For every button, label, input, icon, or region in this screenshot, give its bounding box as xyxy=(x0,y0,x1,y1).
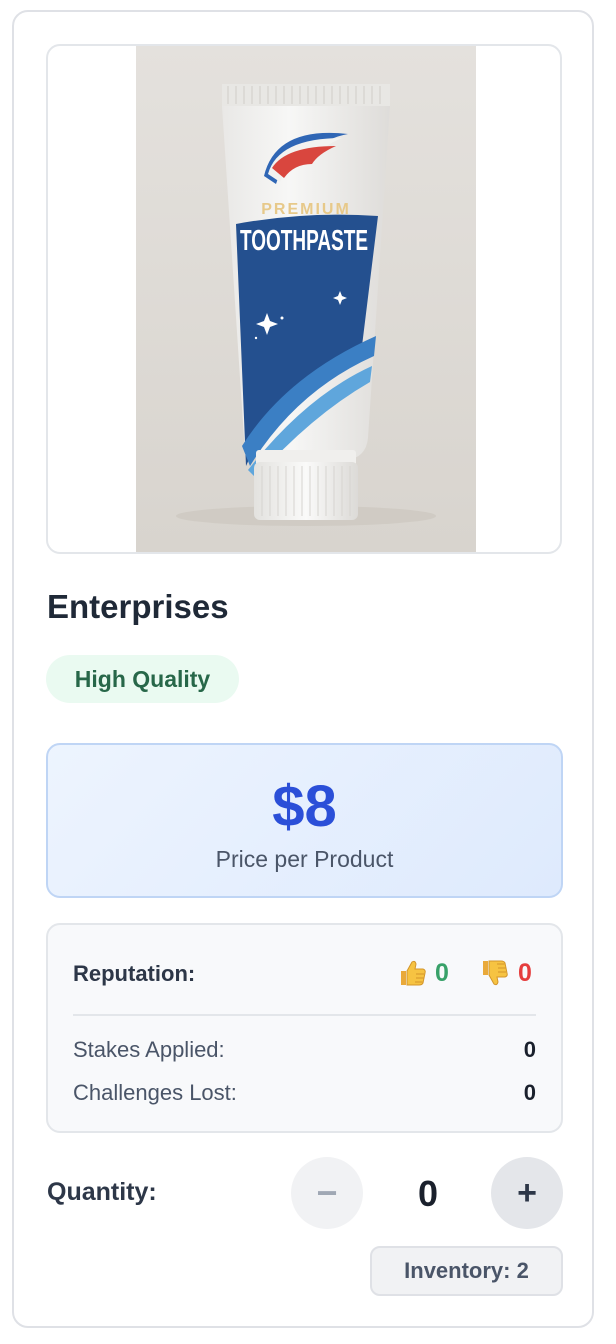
price-label: Price per Product xyxy=(215,846,394,872)
plus-icon: + xyxy=(517,1173,537,1212)
package-premium-text: PREMIUM xyxy=(261,201,351,218)
price-value: $8 xyxy=(272,774,337,839)
quality-badge: High Quality xyxy=(46,655,239,703)
stats-box: Reputation: 0 0 Stakes Applied: 0 Challe… xyxy=(46,923,563,1133)
challenges-value: 0 xyxy=(523,1080,536,1105)
reputation-label: Reputation: xyxy=(73,961,196,986)
product-image: PREMIUM TOOTHPASTE xyxy=(136,46,476,552)
increment-button[interactable]: + xyxy=(491,1157,563,1229)
package-toothpaste-text: TOOTHPASTE xyxy=(240,225,368,257)
minus-icon: − xyxy=(316,1172,338,1213)
product-image-frame: PREMIUM TOOTHPASTE xyxy=(46,44,562,554)
quantity-label: Quantity: xyxy=(47,1178,157,1206)
stats-divider xyxy=(73,1014,536,1016)
decrement-button[interactable]: − xyxy=(291,1157,363,1229)
challenges-label: Challenges Lost: xyxy=(73,1080,237,1105)
thumbs-down-icon[interactable] xyxy=(478,957,510,993)
product-name: Enterprises xyxy=(47,588,229,625)
quantity-value: 0 xyxy=(417,1173,439,1214)
stakes-value: 0 xyxy=(523,1037,536,1062)
thumbs-down-count: 0 xyxy=(518,959,532,987)
price-box: $8 Price per Product xyxy=(46,743,563,898)
thumbs-up-icon[interactable] xyxy=(396,957,428,993)
inventory-badge: Inventory: 2 xyxy=(370,1246,563,1296)
stakes-label: Stakes Applied: xyxy=(73,1037,225,1062)
thumbs-up-count: 0 xyxy=(435,959,449,987)
